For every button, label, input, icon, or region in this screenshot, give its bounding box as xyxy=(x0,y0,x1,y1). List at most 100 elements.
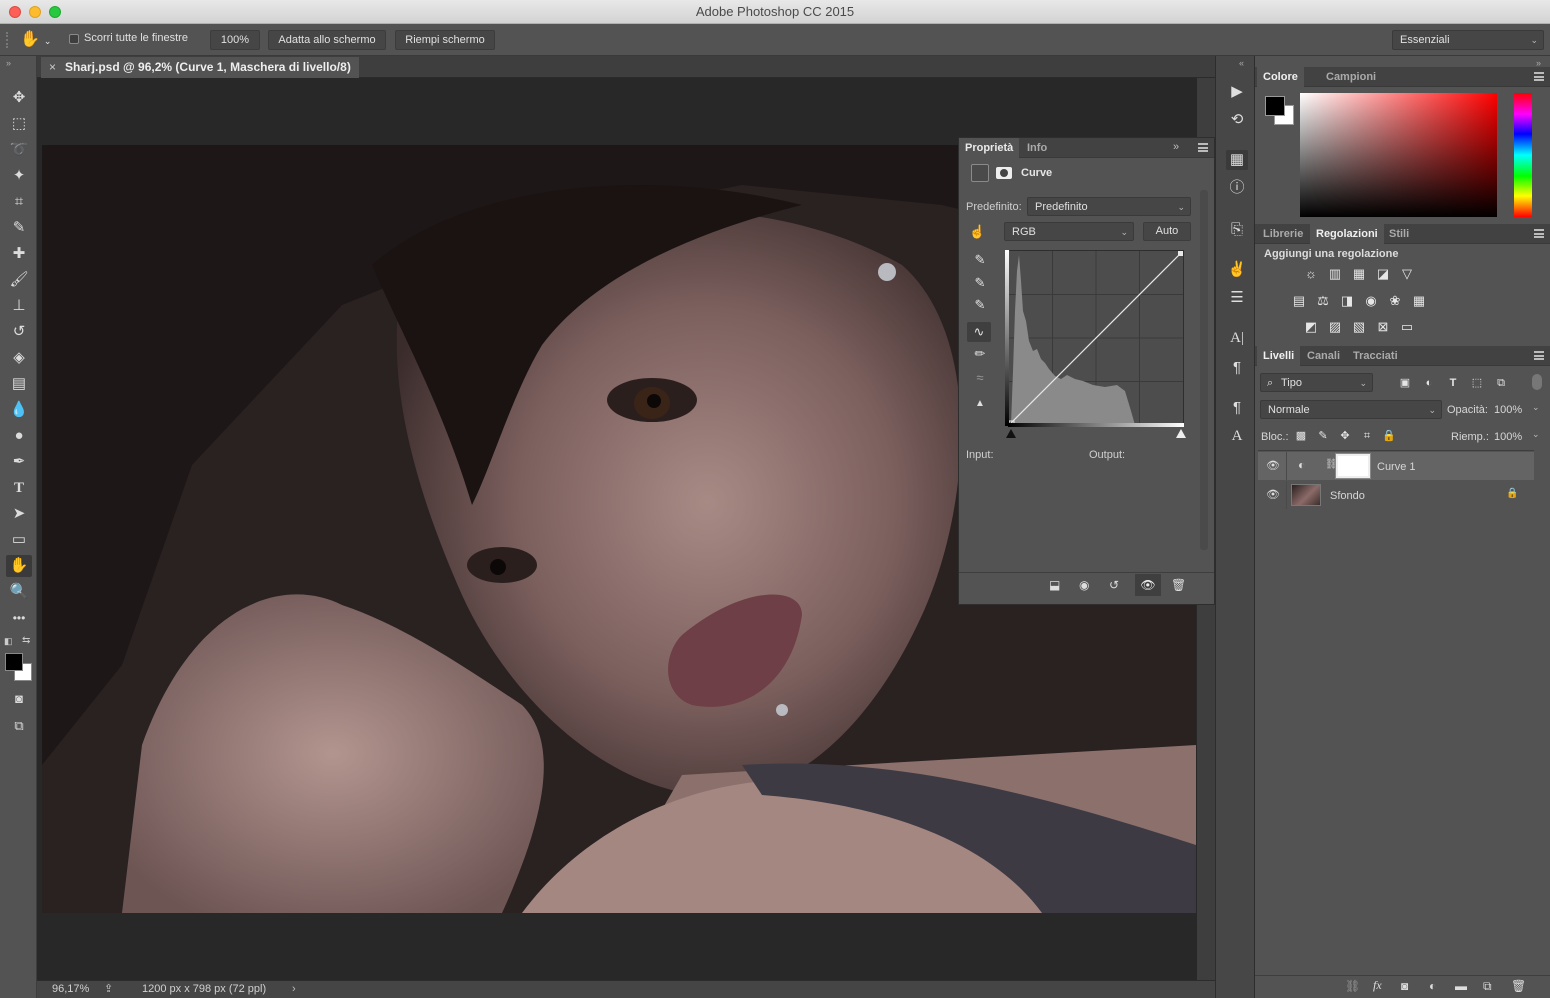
tab-info[interactable]: Info xyxy=(1021,138,1053,158)
properties-dock-icon[interactable]: ▦ xyxy=(1226,150,1248,170)
info-icon[interactable]: ⓘ xyxy=(1226,178,1248,198)
invert-icon[interactable]: ◩ xyxy=(1302,319,1320,335)
filter-pixel-icon[interactable]: ▣ xyxy=(1396,375,1414,391)
curves-adjustment-icon[interactable] xyxy=(971,164,989,182)
black-input-slider[interactable] xyxy=(1006,429,1016,438)
layer-filter-select[interactable]: ⌕ Tipo ⌄ xyxy=(1260,373,1373,392)
eyedropper-tool-icon[interactable]: ✎ xyxy=(6,217,32,239)
rectangle-tool-icon[interactable]: ▭ xyxy=(6,529,32,551)
layer-name[interactable]: Curve 1 xyxy=(1377,461,1416,473)
delete-icon[interactable]: 🗑 xyxy=(1171,578,1186,592)
curves-graph[interactable] xyxy=(1008,250,1184,427)
lasso-tool-icon[interactable]: ➰ xyxy=(6,139,32,161)
lock-transparent-icon[interactable]: ▩ xyxy=(1292,428,1310,444)
chevron-right-icon[interactable]: › xyxy=(292,983,296,995)
color-field[interactable] xyxy=(1300,93,1497,217)
clone-stamp-tool-icon[interactable]: ⊥ xyxy=(6,295,32,317)
draw-curve-pencil-icon[interactable]: ✏ xyxy=(972,346,988,362)
new-group-icon[interactable]: ▬ xyxy=(1455,979,1467,993)
paragraph-icon[interactable]: ¶ xyxy=(1226,358,1248,378)
layer-thumbnail[interactable] xyxy=(1291,484,1321,506)
levels-icon[interactable]: ▥ xyxy=(1326,266,1344,282)
collapse-dock-icon[interactable]: « xyxy=(1239,58,1244,68)
fill-screen-button[interactable]: Riempi schermo xyxy=(395,30,495,50)
play-action-icon[interactable]: ▶ xyxy=(1226,82,1248,102)
new-layer-icon[interactable]: ⧉ xyxy=(1483,979,1492,994)
new-adjustment-layer-icon[interactable]: ◐ xyxy=(1429,979,1436,993)
opacity-value[interactable]: 100% xyxy=(1494,404,1522,416)
filter-smart-object-icon[interactable]: ⧉ xyxy=(1492,375,1510,391)
panel-menu-icon[interactable] xyxy=(1534,229,1544,238)
collapse-panel-icon[interactable]: » xyxy=(1173,141,1179,153)
gray-point-eyedropper-icon[interactable]: ✎ xyxy=(972,275,988,291)
zoom-tool-icon[interactable]: 🔍 xyxy=(6,581,32,603)
hand-tool-preset-picker[interactable]: ✋ ⌄ xyxy=(20,29,56,51)
swap-colors-icon[interactable]: ⇆ xyxy=(22,635,30,646)
tab-swatches[interactable]: Campioni xyxy=(1320,67,1382,87)
lock-image-icon[interactable]: ✎ xyxy=(1314,428,1332,444)
close-tab-icon[interactable]: × xyxy=(49,57,56,77)
panel-menu-icon[interactable] xyxy=(1198,143,1208,152)
layer-name[interactable]: Sfondo xyxy=(1330,490,1365,502)
clone-source-icon[interactable]: ⎘ xyxy=(1226,220,1248,240)
collapse-toolbar-icon[interactable]: » xyxy=(6,58,11,68)
auto-button[interactable]: Auto xyxy=(1143,222,1191,241)
filter-adjustment-icon[interactable]: ◐ xyxy=(1420,375,1438,391)
tab-properties[interactable]: Proprietà xyxy=(959,138,1020,158)
foreground-color-swatch[interactable] xyxy=(5,653,23,671)
healing-brush-tool-icon[interactable]: ✚ xyxy=(6,243,32,265)
preset-select[interactable]: Predefinito ⌄ xyxy=(1027,197,1191,216)
white-input-slider[interactable] xyxy=(1176,429,1186,438)
brush-presets-icon[interactable]: ✌ xyxy=(1226,260,1248,280)
layer-mask-icon[interactable] xyxy=(995,164,1013,182)
zoom-100-button[interactable]: 100% xyxy=(210,30,260,50)
eraser-tool-icon[interactable]: ◈ xyxy=(6,347,32,369)
fill-value[interactable]: 100% xyxy=(1494,431,1522,443)
default-colors-icon[interactable]: ◧ xyxy=(4,636,13,647)
layer-row[interactable]: 👁 Sfondo 🔒 xyxy=(1258,481,1534,509)
workspace-select[interactable]: Essenziali ⌄ xyxy=(1392,30,1544,50)
quick-mask-icon[interactable]: ◙ xyxy=(6,688,32,710)
blend-mode-select[interactable]: Normale ⌄ xyxy=(1260,400,1442,419)
zoom-level[interactable]: 96,17% xyxy=(52,983,89,995)
clip-to-layer-icon[interactable]: ⬓ xyxy=(1049,578,1060,592)
fit-screen-button[interactable]: Adatta allo schermo xyxy=(268,30,386,50)
lock-artboard-icon[interactable]: ⌗ xyxy=(1358,428,1376,444)
properties-scrollbar[interactable] xyxy=(1200,190,1208,550)
layer-row[interactable]: 👁 ◐ ⛓ Curve 1 xyxy=(1258,452,1534,480)
channel-select[interactable]: RGB ⌄ xyxy=(1004,222,1134,241)
curves-icon[interactable]: ▦ xyxy=(1350,266,1368,282)
filter-type-icon[interactable]: T xyxy=(1444,375,1462,391)
link-layers-icon[interactable]: ⛓ xyxy=(1345,979,1360,993)
pen-tool-icon[interactable]: ✒ xyxy=(6,451,32,473)
photo-filter-icon[interactable]: ◉ xyxy=(1362,293,1380,309)
chevron-down-icon[interactable]: ⌄ xyxy=(1532,402,1540,413)
tab-paths[interactable]: Tracciati xyxy=(1347,346,1404,366)
lock-all-icon[interactable]: 🔒 xyxy=(1380,428,1398,444)
posterize-icon[interactable]: ▨ xyxy=(1326,319,1344,335)
character-styles-icon[interactable]: A xyxy=(1226,426,1248,446)
black-point-eyedropper-icon[interactable]: ✎ xyxy=(972,252,988,268)
reset-icon[interactable]: ↺ xyxy=(1109,578,1119,592)
clipping-warning-icon[interactable]: ▲ xyxy=(972,396,988,412)
lock-position-icon[interactable]: ✥ xyxy=(1336,428,1354,444)
delete-layer-icon[interactable]: 🗑 xyxy=(1511,979,1526,993)
more-tools-icon[interactable]: ••• xyxy=(6,607,32,629)
brush-tool-icon[interactable]: 🖌 xyxy=(6,269,32,291)
gradient-tool-icon[interactable]: ▤ xyxy=(6,373,32,395)
chevron-down-icon[interactable]: ⌄ xyxy=(1532,429,1540,440)
move-tool-icon[interactable]: ✥ xyxy=(6,87,32,109)
vibrance-icon[interactable]: ▽ xyxy=(1398,266,1416,282)
on-image-adjust-icon[interactable]: ☝ xyxy=(969,224,985,240)
gradient-map-icon[interactable]: ▭ xyxy=(1398,319,1416,335)
visibility-eye-icon[interactable]: 👁 xyxy=(1266,459,1280,473)
hand-tool-icon[interactable]: ✋ xyxy=(6,555,32,577)
visibility-eye-icon[interactable]: 👁 xyxy=(1266,488,1280,502)
tab-adjustments[interactable]: Regolazioni xyxy=(1310,224,1384,244)
document-tab[interactable]: × Sharj.psd @ 96,2% (Curve 1, Maschera d… xyxy=(41,57,359,78)
visibility-eye-icon[interactable]: 👁 xyxy=(1135,574,1161,596)
selective-color-icon[interactable]: ⊠ xyxy=(1374,319,1392,335)
paragraph-styles-icon[interactable]: ¶ xyxy=(1226,398,1248,418)
history-brush-tool-icon[interactable]: ↺ xyxy=(6,321,32,343)
black-white-icon[interactable]: ◨ xyxy=(1338,293,1356,309)
